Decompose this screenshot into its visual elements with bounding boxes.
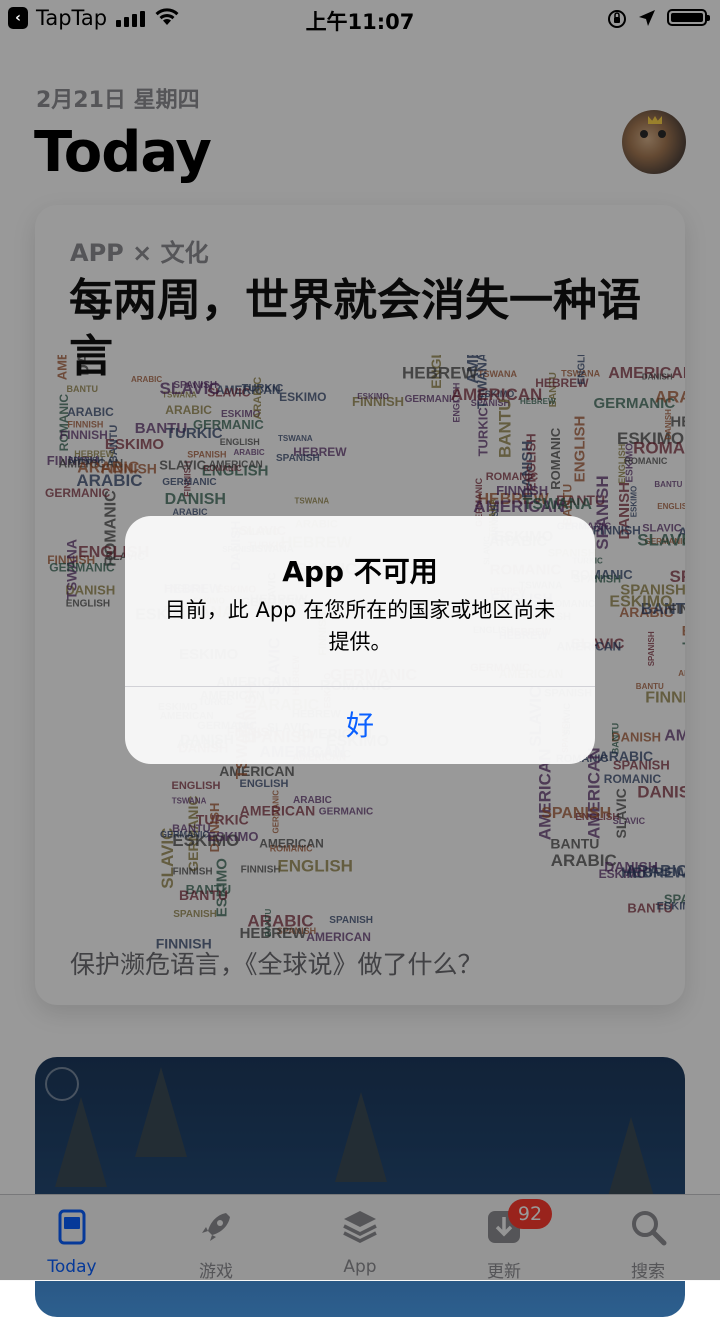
status-bar: ‹ TapTap 上午11:07 <box>0 0 720 40</box>
location-arrow-icon <box>639 10 655 26</box>
alert-ok-button[interactable]: 好 <box>125 687 595 764</box>
alert-dialog: App 不可用 目前，此 App 在您所在的国家或地区尚未提供。 好 <box>125 516 595 764</box>
alert-title: App 不可用 <box>282 555 438 588</box>
battery-icon <box>667 9 710 26</box>
alert-message: 目前，此 App 在您所在的国家或地区尚未提供。 <box>164 598 556 654</box>
rotation-lock-icon <box>608 10 626 28</box>
